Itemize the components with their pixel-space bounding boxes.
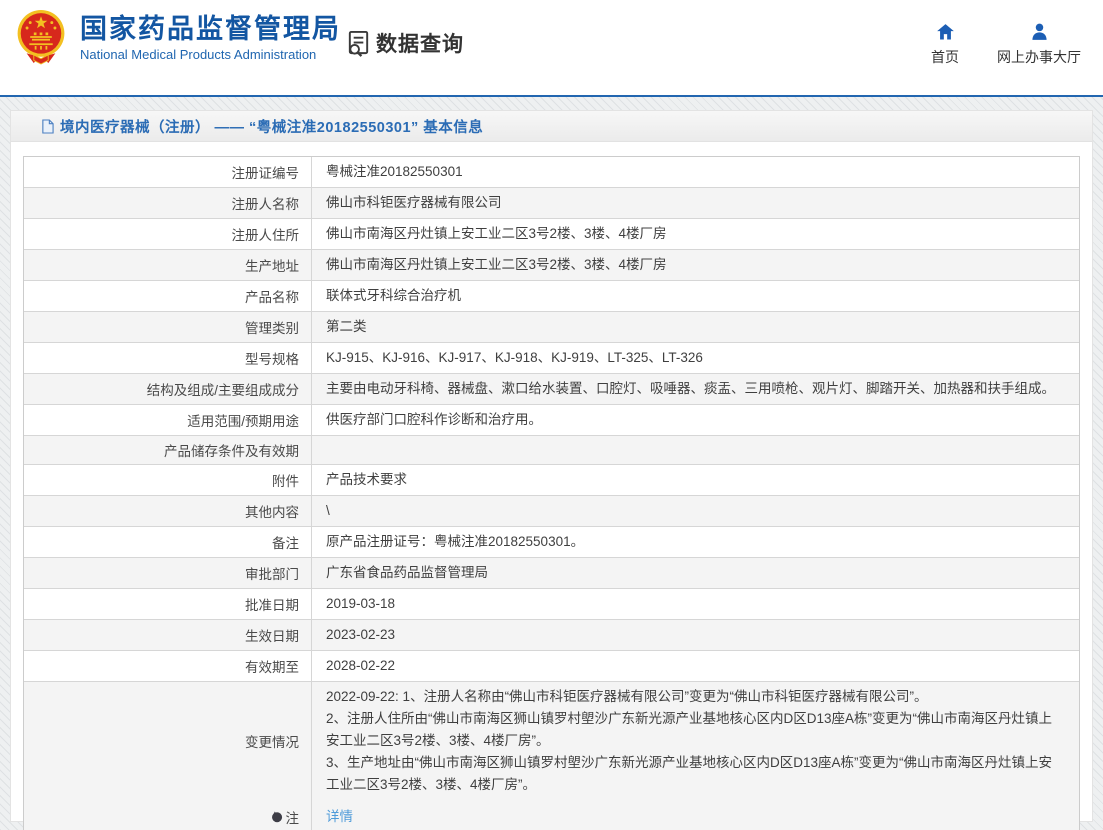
note-label-text: 注 bbox=[286, 807, 300, 827]
row-label: 附件 bbox=[24, 465, 312, 495]
row-value: 2019-03-18 bbox=[312, 589, 1079, 619]
table-row: 产品储存条件及有效期 bbox=[24, 435, 1079, 464]
detail-panel: 境内医疗器械（注册） —— “粤械注准20182550301” 基本信息 注册证… bbox=[10, 110, 1093, 822]
header-nav: 首页 网上办事大厅 bbox=[931, 22, 1081, 67]
row-value: 原产品注册证号：粤械注准20182550301。 bbox=[312, 527, 1079, 557]
document-search-icon bbox=[345, 30, 372, 57]
table-row: 管理类别 第二类 bbox=[24, 311, 1079, 342]
table-row: 生效日期 2023-02-23 bbox=[24, 619, 1079, 650]
national-emblem-logo bbox=[14, 9, 68, 65]
row-label: 注册人住所 bbox=[24, 219, 312, 249]
table-row: 结构及组成/主要组成成分 主要由电动牙科椅、器械盘、漱口给水装置、口腔灯、吸唾器… bbox=[24, 373, 1079, 404]
brand-text: 国家药品监督管理局 National Medical Products Admi… bbox=[80, 13, 341, 62]
row-label: 注册证编号 bbox=[24, 157, 312, 187]
row-label: 变更情况 bbox=[24, 682, 312, 800]
table-row: 备注 原产品注册证号：粤械注准20182550301。 bbox=[24, 526, 1079, 557]
row-label: 型号规格 bbox=[24, 343, 312, 373]
row-label: 批准日期 bbox=[24, 589, 312, 619]
row-value: 粤械注准20182550301 bbox=[312, 157, 1079, 187]
row-value: 联体式牙科综合治疗机 bbox=[312, 281, 1079, 311]
row-value: 主要由电动牙科椅、器械盘、漱口给水装置、口腔灯、吸唾器、痰盂、三用喷枪、观片灯、… bbox=[312, 374, 1079, 404]
person-icon bbox=[1029, 22, 1050, 42]
row-value: 广东省食品药品监督管理局 bbox=[312, 558, 1079, 588]
detail-link[interactable]: 详情 bbox=[326, 806, 353, 828]
table-row: 批准日期 2019-03-18 bbox=[24, 588, 1079, 619]
row-value: 供医疗部门口腔科作诊断和治疗用。 bbox=[312, 405, 1079, 435]
brand-subtitle: National Medical Products Administration bbox=[80, 47, 341, 62]
row-value: 2028-02-22 bbox=[312, 651, 1079, 681]
nav-service-hall[interactable]: 网上办事大厅 bbox=[997, 22, 1081, 67]
nav-home-label: 首页 bbox=[931, 47, 959, 67]
table-row: 注册人名称 佛山市科钜医疗器械有限公司 bbox=[24, 187, 1079, 218]
row-label: 产品名称 bbox=[24, 281, 312, 311]
row-value: 2023-02-23 bbox=[312, 620, 1079, 650]
row-label: 注册人名称 bbox=[24, 188, 312, 218]
nav-home[interactable]: 首页 bbox=[931, 22, 959, 67]
table-row-note: 注 详情 bbox=[24, 800, 1079, 830]
table-row: 附件 产品技术要求 bbox=[24, 464, 1079, 495]
data-query-section: 数据查询 bbox=[345, 28, 464, 58]
row-label: 备注 bbox=[24, 527, 312, 557]
row-value: 第二类 bbox=[312, 312, 1079, 342]
row-label: 审批部门 bbox=[24, 558, 312, 588]
table-row: 型号规格 KJ-915、KJ-916、KJ-917、KJ-918、KJ-919、… bbox=[24, 342, 1079, 373]
row-value: 产品技术要求 bbox=[312, 465, 1079, 495]
row-label: 生产地址 bbox=[24, 250, 312, 280]
page-title: 境内医疗器械（注册） —— “粤械注准20182550301” 基本信息 bbox=[60, 116, 483, 137]
row-value bbox=[312, 436, 1079, 464]
note-label-cell: 注 bbox=[24, 800, 312, 830]
row-label: 有效期至 bbox=[24, 651, 312, 681]
table-row: 有效期至 2028-02-22 bbox=[24, 650, 1079, 681]
table-row: 变更情况 2022-09-22: 1、注册人名称由“佛山市科钜医疗器械有限公司”… bbox=[24, 681, 1079, 800]
brand-title: 国家药品监督管理局 bbox=[80, 13, 341, 45]
table-row: 注册证编号 粤械注准20182550301 bbox=[24, 157, 1079, 187]
table-row: 适用范围/预期用途 供医疗部门口腔科作诊断和治疗用。 bbox=[24, 404, 1079, 435]
table-row: 生产地址 佛山市南海区丹灶镇上安工业二区3号2楼、3楼、4楼厂房 bbox=[24, 249, 1079, 280]
brand: 国家药品监督管理局 National Medical Products Admi… bbox=[14, 9, 341, 65]
row-label: 产品储存条件及有效期 bbox=[24, 436, 312, 464]
nav-service-hall-label: 网上办事大厅 bbox=[997, 47, 1081, 67]
row-label: 结构及组成/主要组成成分 bbox=[24, 374, 312, 404]
table-row: 其他内容 \ bbox=[24, 495, 1079, 526]
row-label: 适用范围/预期用途 bbox=[24, 405, 312, 435]
row-label: 生效日期 bbox=[24, 620, 312, 650]
table-row: 审批部门 广东省食品药品监督管理局 bbox=[24, 557, 1079, 588]
registration-info-table: 注册证编号 粤械注准20182550301 注册人名称 佛山市科钜医疗器械有限公… bbox=[23, 156, 1080, 830]
note-value-cell: 详情 bbox=[312, 800, 1079, 830]
row-value: 佛山市科钜医疗器械有限公司 bbox=[312, 188, 1079, 218]
row-value: 2022-09-22: 1、注册人名称由“佛山市科钜医疗器械有限公司”变更为“佛… bbox=[312, 682, 1079, 800]
home-icon bbox=[935, 22, 956, 42]
row-value: KJ-915、KJ-916、KJ-917、KJ-918、KJ-919、LT-32… bbox=[312, 343, 1079, 373]
row-label: 管理类别 bbox=[24, 312, 312, 342]
table-row: 产品名称 联体式牙科综合治疗机 bbox=[24, 280, 1079, 311]
document-icon bbox=[41, 119, 54, 134]
table-row: 注册人住所 佛山市南海区丹灶镇上安工业二区3号2楼、3楼、4楼厂房 bbox=[24, 218, 1079, 249]
page: 国家药品监督管理局 National Medical Products Admi… bbox=[0, 0, 1103, 830]
site-header: 国家药品监督管理局 National Medical Products Admi… bbox=[0, 0, 1103, 95]
content-background: 境内医疗器械（注册） —— “粤械注准20182550301” 基本信息 注册证… bbox=[0, 97, 1103, 830]
panel-title-bar: 境内医疗器械（注册） —— “粤械注准20182550301” 基本信息 bbox=[11, 111, 1092, 142]
row-value: 佛山市南海区丹灶镇上安工业二区3号2楼、3楼、4楼厂房 bbox=[312, 219, 1079, 249]
row-label: 其他内容 bbox=[24, 496, 312, 526]
row-value: \ bbox=[312, 496, 1079, 526]
data-query-label: 数据查询 bbox=[376, 28, 464, 58]
note-bulb-icon bbox=[270, 810, 283, 823]
row-value: 佛山市南海区丹灶镇上安工业二区3号2楼、3楼、4楼厂房 bbox=[312, 250, 1079, 280]
